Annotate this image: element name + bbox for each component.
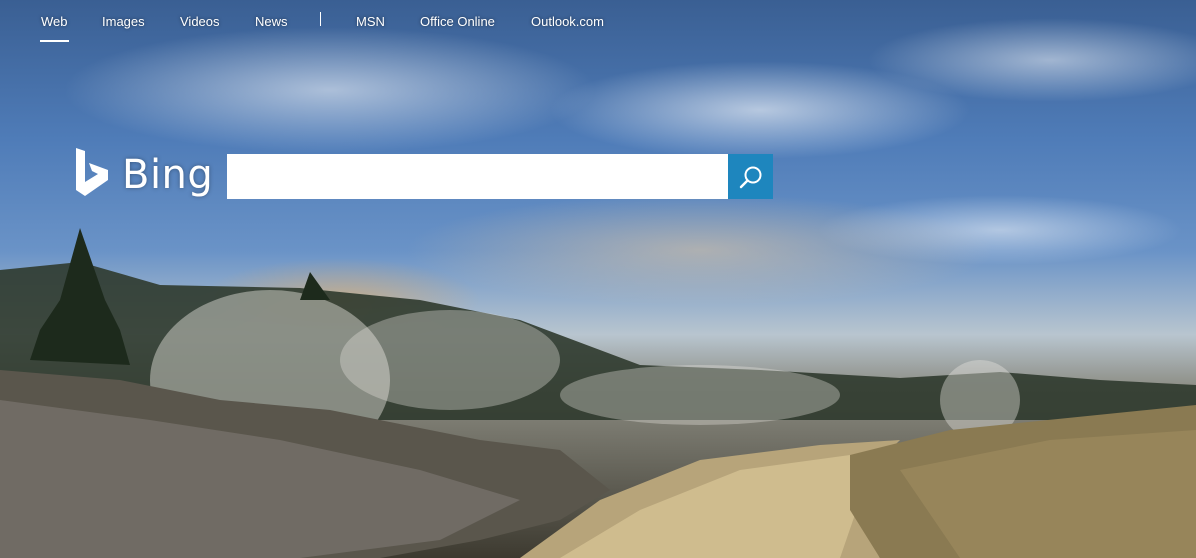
nav-web[interactable]: Web	[41, 14, 68, 29]
search-icon	[739, 166, 761, 188]
nav-videos[interactable]: Videos	[180, 14, 220, 29]
nav-active-indicator	[40, 40, 69, 42]
nav-office-online[interactable]: Office Online	[420, 14, 495, 29]
search-bar	[227, 154, 773, 199]
bing-wordmark: Bing	[122, 152, 214, 198]
nav-images[interactable]: Images	[102, 14, 145, 29]
nav-msn[interactable]: MSN	[356, 14, 385, 29]
search-button[interactable]	[728, 154, 773, 199]
bing-b-icon	[76, 148, 108, 196]
nav-outlook[interactable]: Outlook.com	[531, 14, 604, 29]
background-image	[0, 0, 1196, 558]
nav-news[interactable]: News	[255, 14, 288, 29]
search-input[interactable]	[227, 154, 728, 199]
nav-separator	[320, 12, 321, 26]
landscape	[0, 228, 1196, 558]
top-nav: Web Images Videos News MSN Office Online…	[0, 0, 1196, 44]
